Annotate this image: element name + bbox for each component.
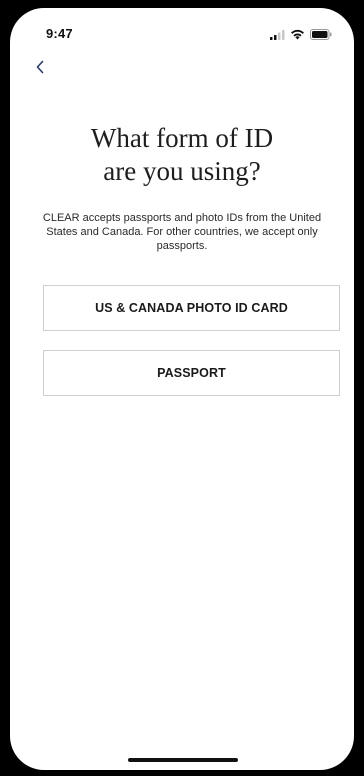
status-icons (270, 27, 332, 45)
device-frame: 9:47 What form of ID are you using? CLEA… (0, 0, 364, 776)
photo-id-card-button[interactable]: US & CANADA PHOTO ID CARD (43, 285, 340, 331)
status-bar: 9:47 (10, 8, 354, 54)
back-button[interactable] (28, 57, 52, 81)
signal-icon (270, 27, 285, 45)
home-indicator[interactable] (128, 758, 238, 762)
page-description: CLEAR accepts passports and photo IDs fr… (42, 212, 322, 252)
page-title-line-1: What form of ID (90, 123, 274, 153)
passport-button[interactable]: PASSPORT (43, 350, 340, 396)
page-title-line-2: are you using? (103, 156, 261, 186)
phone-screen: 9:47 What form of ID are you using? CLEA… (10, 8, 354, 770)
page-title: What form of ID are you using? (10, 122, 354, 188)
battery-icon (310, 27, 332, 45)
chevron-left-icon (35, 60, 45, 79)
status-time: 9:47 (46, 26, 73, 41)
wifi-icon (290, 27, 305, 45)
